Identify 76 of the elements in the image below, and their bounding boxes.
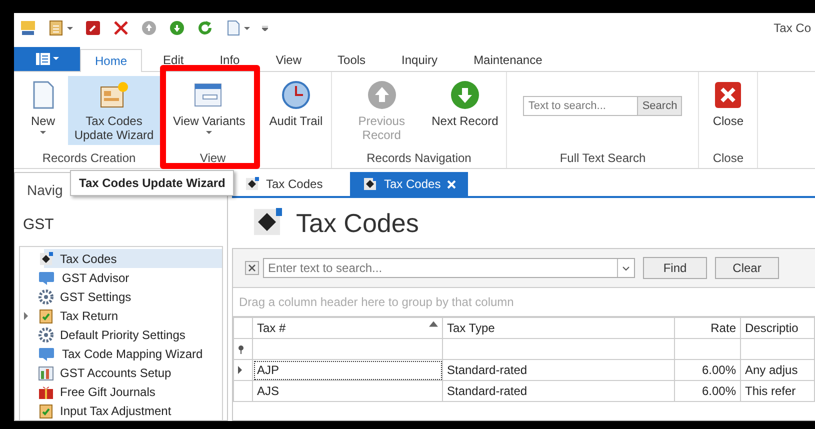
ribbon-button[interactable]: Next Record: [428, 76, 502, 131]
caret-icon: [244, 26, 250, 30]
nav-item[interactable]: Input Tax Adjustment: [58, 402, 174, 418]
group-label: Close: [712, 151, 745, 167]
delete-icon: [113, 20, 129, 36]
table-cell: Standard-rated: [442, 360, 674, 380]
nav-item[interactable]: GST Settings: [58, 288, 134, 304]
table-cell: Any adjus: [740, 360, 814, 380]
clock-icon: [280, 79, 312, 111]
find-button[interactable]: Find: [643, 257, 707, 279]
refresh-icon: [197, 20, 213, 36]
ribbon-button[interactable]: Audit Trail: [265, 76, 327, 131]
ribbon-tab[interactable]: Tools: [322, 48, 381, 71]
clipboard-icon: [38, 308, 54, 324]
sort-up-icon: [429, 321, 438, 327]
chevron-down-icon: [622, 266, 630, 270]
wizard-tooltip: Tax Codes Update Wizard: [70, 170, 234, 196]
ribbon-button[interactable]: View Variants: [169, 76, 250, 137]
caret-icon: [40, 131, 46, 134]
column-header[interactable]: Tax #: [252, 318, 442, 338]
gear-icon: [38, 326, 54, 342]
page-title: Tax Codes: [296, 208, 419, 238]
column-header[interactable]: Tax Type: [442, 318, 674, 338]
clear-button[interactable]: Clear: [715, 257, 779, 279]
app-logo-icon: [20, 20, 36, 36]
app-menu-button[interactable]: [14, 47, 80, 71]
ribbon-tab[interactable]: Edit: [148, 48, 199, 71]
search-field[interactable]: Text to search... Search: [523, 96, 682, 116]
menu-icon: [35, 52, 59, 66]
nav-item[interactable]: Default Priority Settings: [58, 326, 188, 342]
group-panel-hint: Drag a column header here to group by that column: [239, 295, 514, 309]
ribbon-button[interactable]: Tax Codes Update Wizard: [68, 76, 160, 145]
search-button[interactable]: Search: [637, 97, 682, 115]
group-label: Records Navigation: [366, 151, 472, 167]
row-indicator-icon: [238, 366, 242, 374]
filter-pin-icon: [238, 344, 244, 354]
ribbon-tab[interactable]: View: [260, 48, 317, 71]
caret-icon: [67, 26, 73, 30]
home-tab[interactable]: Home: [80, 49, 142, 72]
ribbon-button[interactable]: Close: [703, 76, 754, 131]
chart-icon: [38, 364, 54, 380]
ribbon-tab[interactable]: Info: [204, 48, 255, 71]
table-cell: 6.00%: [674, 360, 740, 380]
table-cell: This refer: [740, 380, 814, 402]
expand-icon: [24, 312, 28, 320]
group-label: Records Creation: [41, 151, 137, 167]
column-header[interactable]: Rate: [674, 318, 740, 338]
table-cell: AJP: [252, 360, 442, 380]
ribbon-tab[interactable]: Inquiry: [386, 48, 453, 71]
group-label: Full Text Search: [558, 151, 647, 167]
table-cell: AJS: [252, 380, 442, 402]
document-tab[interactable]: Tax Codes: [350, 172, 468, 196]
nav-item[interactable]: GST Advisor: [60, 270, 132, 286]
caret-icon: [206, 131, 212, 134]
ribbon-tab[interactable]: Maintenance: [458, 48, 558, 71]
group-label: View: [198, 151, 227, 167]
gift-icon: [38, 384, 54, 400]
nav-item[interactable]: Tax Return: [58, 308, 120, 324]
section-title: GST: [22, 214, 55, 235]
table-cell: Standard-rated: [442, 380, 674, 402]
nav-item[interactable]: Tax Code Mapping Wizard: [60, 346, 205, 362]
clipboard-icon: [48, 20, 64, 36]
panel-title: Navig: [27, 182, 63, 198]
clipboard-icon: [38, 402, 54, 418]
window-title: Tax Co: [774, 21, 812, 35]
clear-search-button[interactable]: [245, 261, 259, 275]
column-header[interactable]: Descriptio: [740, 318, 814, 338]
close-icon: [446, 180, 456, 188]
gear-icon: [38, 288, 54, 304]
table-cell: 6.00%: [674, 380, 740, 402]
nav-item[interactable]: GST Accounts Setup: [58, 364, 174, 380]
document-icon: [225, 20, 241, 36]
ribbon-button[interactable]: New: [18, 76, 68, 137]
nav-item[interactable]: Free Gift Journals: [58, 384, 158, 400]
close-icon: [248, 264, 256, 272]
customize-icon: [262, 26, 268, 30]
